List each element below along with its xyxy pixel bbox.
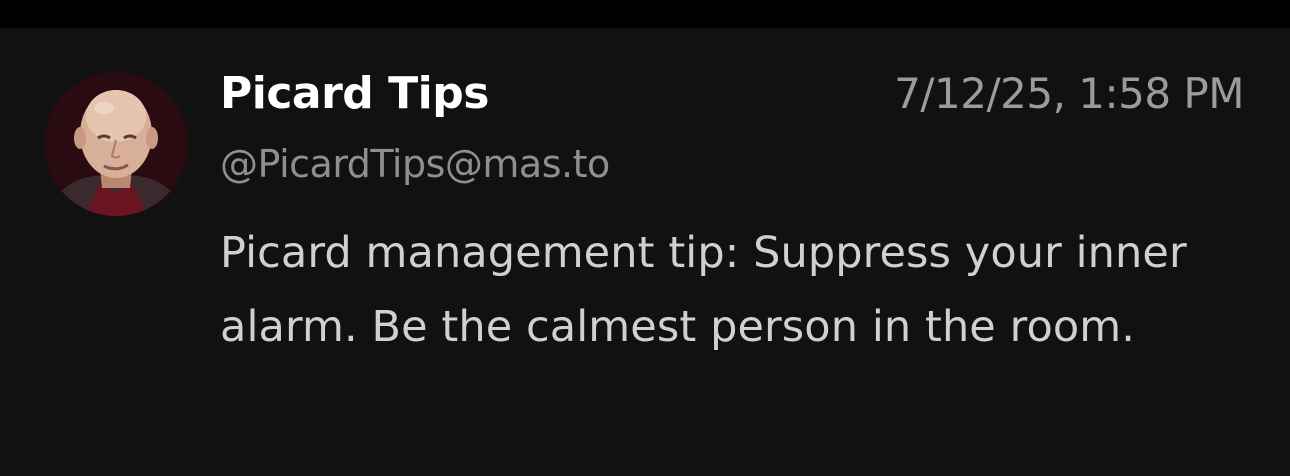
post-timestamp[interactable]: 7/12/25, 1:58 PM xyxy=(894,65,1244,123)
avatar-image xyxy=(44,72,188,216)
display-name[interactable]: Picard Tips xyxy=(220,65,489,123)
post-card[interactable]: Picard Tips 7/12/25, 1:58 PM @PicardTips… xyxy=(0,28,1290,476)
post-content: Picard management tip: Suppress your inn… xyxy=(220,228,1187,352)
account-handle[interactable]: @PicardTips@mas.to xyxy=(220,136,610,192)
avatar[interactable] xyxy=(44,72,188,216)
status-bar xyxy=(0,0,1290,28)
